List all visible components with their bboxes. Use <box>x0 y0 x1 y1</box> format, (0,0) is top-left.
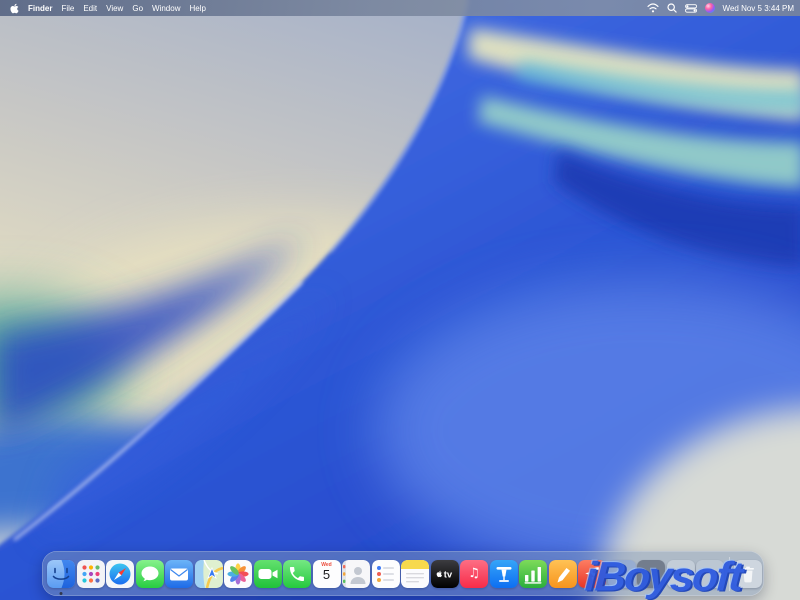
dock-item-reminders[interactable] <box>372 560 400 588</box>
maps-icon <box>195 560 223 588</box>
running-indicator <box>60 592 63 595</box>
safari-icon <box>106 560 134 588</box>
calendar-icon: Wed 5 <box>313 560 341 588</box>
menu-go[interactable]: Go <box>132 4 143 13</box>
contacts-icon <box>342 560 370 588</box>
messages-icon <box>136 560 164 588</box>
control-center-icon[interactable] <box>685 4 697 13</box>
dock-item-mail[interactable] <box>165 560 193 588</box>
facetime-icon <box>254 560 282 588</box>
launchpad-icon <box>77 560 105 588</box>
apple-menu[interactable] <box>10 3 19 14</box>
dock-item-photos[interactable] <box>224 560 252 588</box>
dock-item-pages[interactable] <box>549 560 577 588</box>
calendar-day: 5 <box>323 568 330 582</box>
dock-item-finder[interactable] <box>47 560 75 588</box>
dock-item-contacts[interactable] <box>342 560 370 588</box>
dock-item-messages[interactable] <box>136 560 164 588</box>
menu-bar-clock[interactable]: Wed Nov 5 3:44 PM <box>723 4 794 13</box>
desktop-wallpaper <box>0 0 800 600</box>
notes-icon <box>401 560 429 588</box>
wifi-icon[interactable] <box>647 3 659 13</box>
menu-file[interactable]: File <box>61 4 74 13</box>
iboysoft-watermark: iBoysoft <box>584 557 742 598</box>
dock-item-numbers[interactable] <box>519 560 547 588</box>
apple-logo-icon <box>10 3 19 14</box>
dock-item-music[interactable]: ♫ <box>460 560 488 588</box>
menu-edit[interactable]: Edit <box>83 4 97 13</box>
siri-icon[interactable] <box>705 3 715 13</box>
mail-icon <box>165 560 193 588</box>
menu-bar: Finder File Edit View Go Window Help Wed… <box>0 0 800 16</box>
reminders-icon <box>372 560 400 588</box>
menu-help[interactable]: Help <box>189 4 205 13</box>
dock-item-safari[interactable] <box>106 560 134 588</box>
dock-item-tv[interactable]: tv <box>431 560 459 588</box>
menu-window[interactable]: Window <box>152 4 180 13</box>
spotlight-search-icon[interactable] <box>667 3 677 13</box>
music-icon: ♫ <box>460 560 488 588</box>
finder-icon <box>47 560 75 588</box>
photos-icon <box>224 560 252 588</box>
menu-view[interactable]: View <box>106 4 123 13</box>
dock-item-maps[interactable] <box>195 560 223 588</box>
menu-finder[interactable]: Finder <box>28 4 52 13</box>
dock-item-calendar[interactable]: Wed 5 <box>313 560 341 588</box>
dock-item-phone[interactable] <box>283 560 311 588</box>
apple-tv-icon: tv <box>431 560 459 588</box>
phone-icon <box>283 560 311 588</box>
svg-text:tv: tv <box>443 569 452 580</box>
keynote-icon <box>490 560 518 588</box>
pages-icon <box>549 560 577 588</box>
numbers-icon <box>519 560 547 588</box>
dock-item-facetime[interactable] <box>254 560 282 588</box>
dock-item-keynote[interactable] <box>490 560 518 588</box>
dock-item-notes[interactable] <box>401 560 429 588</box>
dock-item-launchpad[interactable] <box>77 560 105 588</box>
music-note-glyph: ♫ <box>468 567 480 580</box>
